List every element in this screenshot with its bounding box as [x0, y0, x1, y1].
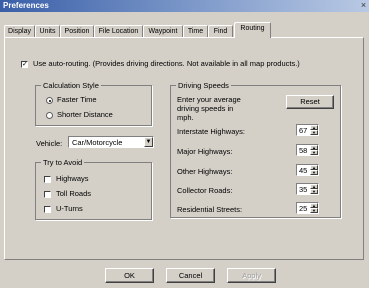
- tab-strip: Display Units Position File Location Way…: [4, 22, 365, 38]
- residential-streets-label: Residential Streets:: [177, 205, 243, 214]
- reset-button[interactable]: Reset: [286, 95, 334, 109]
- vehicle-label: Vehicle:: [36, 139, 63, 148]
- down-arrow-icon[interactable]: ▼: [310, 170, 318, 175]
- collector-roads-spinner[interactable]: 35 ▲ ▼: [296, 183, 319, 195]
- major-highways-value[interactable]: 58: [299, 146, 307, 155]
- driving-speeds-instruction: Enter your average driving speeds in mph…: [177, 95, 241, 122]
- tab-routing[interactable]: Routing: [234, 22, 271, 38]
- tab-time[interactable]: Time: [183, 25, 208, 37]
- shorter-distance-label: Shorter Distance: [57, 110, 113, 119]
- cancel-button[interactable]: Cancel: [166, 268, 215, 283]
- toll-roads-label: Toll Roads: [56, 189, 92, 198]
- down-arrow-icon[interactable]: ▼: [310, 208, 318, 213]
- calculation-style-title: Calculation Style: [41, 81, 101, 90]
- vehicle-select[interactable]: Car/Motorcycle ▼: [68, 136, 154, 148]
- window-title: Preferences: [3, 1, 49, 10]
- faster-time-label: Faster Time: [57, 95, 97, 104]
- routing-tab-page: ✓ Use auto-routing. (Provides driving di…: [4, 37, 364, 260]
- tab-waypoint[interactable]: Waypoint: [143, 25, 183, 37]
- collector-roads-value[interactable]: 35: [299, 185, 307, 194]
- preferences-dialog: Preferences × Display Units Position Fil…: [0, 0, 369, 288]
- tab-find[interactable]: Find: [208, 25, 233, 37]
- tab-position[interactable]: Position: [60, 25, 94, 37]
- auto-routing-label: Use auto-routing. (Provides driving dire…: [33, 59, 300, 68]
- major-highways-label: Major Highways:: [177, 147, 233, 156]
- u-turns-checkbox[interactable]: [44, 206, 51, 213]
- tab-file-location[interactable]: File Location: [94, 25, 143, 37]
- vehicle-value: Car/Motorcycle: [72, 138, 123, 147]
- u-turns-label: U-Turns: [56, 204, 83, 213]
- collector-roads-label: Collector Roads:: [177, 186, 233, 195]
- driving-speeds-group: Driving Speeds Enter your average drivin…: [170, 81, 341, 218]
- residential-streets-spinner[interactable]: 25 ▲ ▼: [296, 202, 319, 214]
- checkmark-icon: ✓: [22, 61, 28, 68]
- interstate-highways-spinner[interactable]: 67 ▲ ▼: [296, 124, 319, 136]
- down-arrow-icon[interactable]: ▼: [310, 189, 318, 194]
- other-highways-spinner[interactable]: 45 ▲ ▼: [296, 164, 319, 176]
- other-highways-value[interactable]: 45: [299, 166, 307, 175]
- interstate-highways-label: Interstate Highways:: [177, 127, 245, 136]
- close-icon[interactable]: ×: [359, 0, 368, 11]
- tab-display[interactable]: Display: [4, 25, 35, 37]
- try-to-avoid-title: Try to Avoid: [41, 158, 85, 167]
- apply-button[interactable]: Apply: [227, 268, 276, 283]
- toll-roads-checkbox[interactable]: [44, 191, 51, 198]
- residential-streets-value[interactable]: 25: [299, 204, 307, 213]
- highways-label: Highways: [56, 174, 89, 183]
- auto-routing-checkbox[interactable]: ✓: [21, 61, 28, 68]
- down-arrow-icon[interactable]: ▼: [310, 130, 318, 135]
- other-highways-label: Other Highways:: [177, 167, 233, 176]
- faster-time-radio[interactable]: [46, 97, 53, 104]
- title-bar[interactable]: Preferences ×: [0, 0, 369, 12]
- highways-checkbox[interactable]: [44, 176, 51, 183]
- calculation-style-group: Calculation Style Faster Time Shorter Di…: [35, 81, 152, 126]
- shorter-distance-radio[interactable]: [46, 112, 53, 119]
- tab-units[interactable]: Units: [35, 25, 60, 37]
- chevron-down-icon[interactable]: ▼: [144, 137, 153, 147]
- down-arrow-icon[interactable]: ▼: [310, 150, 318, 155]
- driving-speeds-title: Driving Speeds: [176, 81, 231, 90]
- interstate-highways-value[interactable]: 67: [299, 126, 307, 135]
- try-to-avoid-group: Try to Avoid Highways Toll Roads U-Turns: [35, 158, 152, 220]
- major-highways-spinner[interactable]: 58 ▲ ▼: [296, 144, 319, 156]
- ok-button[interactable]: OK: [105, 268, 154, 283]
